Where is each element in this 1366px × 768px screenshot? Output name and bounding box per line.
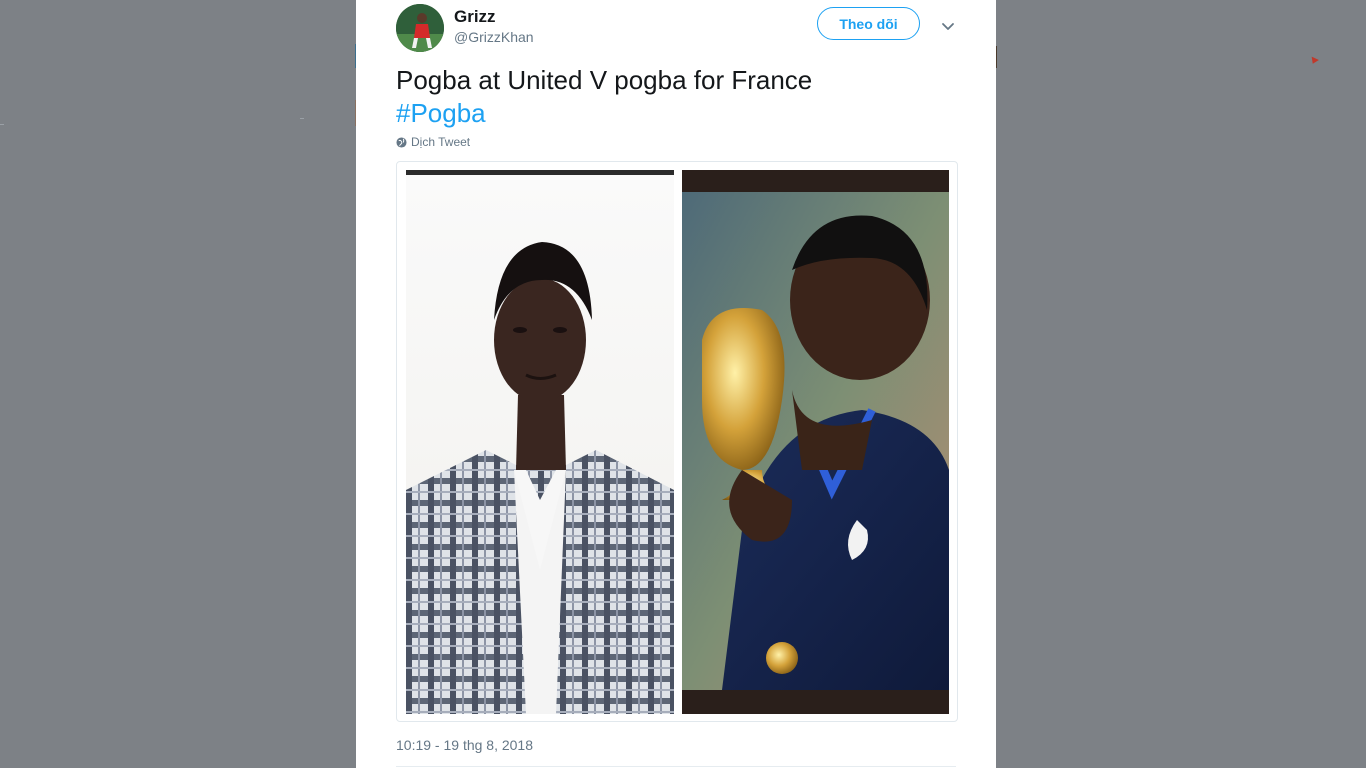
avatar-image [396,4,444,52]
tweet-modal: Grizz @GrizzKhan Theo dõi Pogba at Unite… [356,0,996,768]
tweet-timestamp[interactable]: 10:19 - 19 thg 8, 2018 [396,737,533,753]
follow-button[interactable]: Theo dõi [817,7,920,40]
player-kissing-trophy-photo [682,170,949,714]
backdrop-fragment [0,124,4,125]
avatar[interactable] [396,4,444,52]
chevron-down-icon[interactable] [938,16,958,36]
translate-tweet-link[interactable]: Dịch Tweet [396,135,470,149]
hashtag-link[interactable]: #Pogba [396,97,956,130]
backdrop-fragment [1309,56,1319,66]
display-name[interactable]: Grizz [454,7,496,27]
media-image-right[interactable] [682,170,949,714]
divider [396,766,956,767]
user-handle[interactable]: @GrizzKhan [454,29,534,45]
tweet-media[interactable] [396,161,958,722]
backdrop-fragment [300,118,304,119]
globe-icon [396,136,407,148]
man-in-checked-shirt-photo [406,170,674,714]
tweet-text: Pogba at United V pogba for France #Pogb… [396,64,956,130]
tweet-text-line: Pogba at United V pogba for France [396,65,813,95]
translate-label: Dịch Tweet [411,135,471,149]
media-image-left[interactable] [406,170,674,714]
